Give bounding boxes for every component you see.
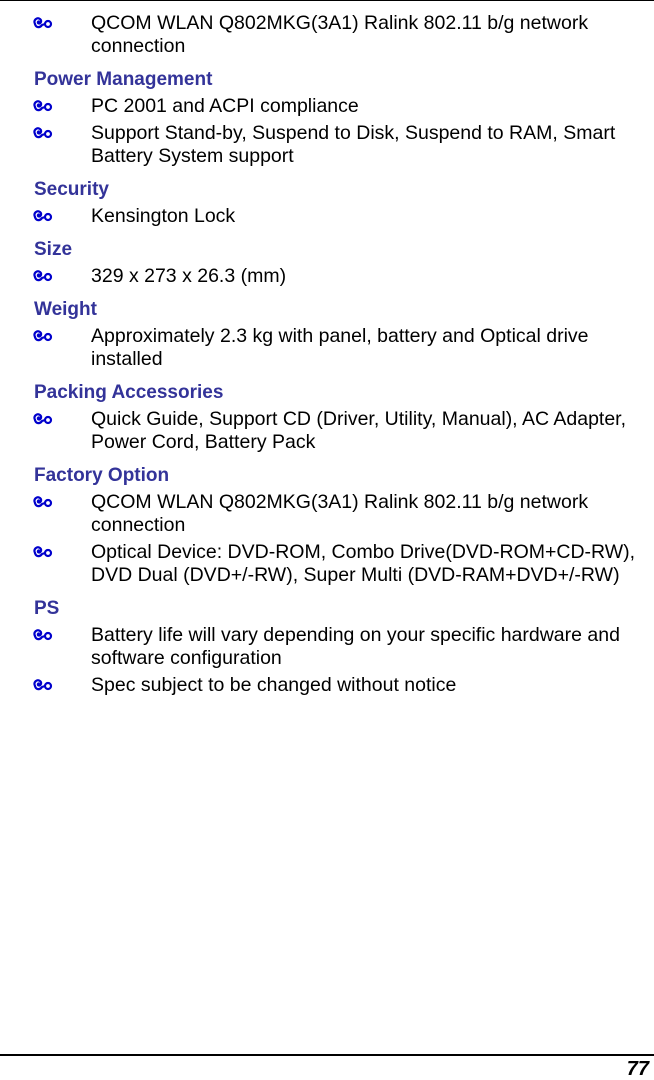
section-heading: PS — [34, 598, 60, 619]
hand-pointer-swirl-icon — [32, 674, 54, 697]
item-text: Spec subject to be changed without notic… — [91, 674, 457, 696]
section-factory-option: Factory Option QCOM WLAN Q802MKG(3A1) Ra… — [0, 458, 654, 587]
item-text: Support Stand-by, Suspend to Disk, Suspe… — [91, 122, 616, 167]
list-item: Support Stand-by, Suspend to Disk, Suspe… — [0, 122, 654, 168]
hand-pointer-swirl-icon — [32, 491, 54, 514]
section-heading: Size — [34, 239, 73, 260]
list-item: Spec subject to be changed without notic… — [0, 674, 654, 697]
section-weight: Weight Approximately 2.3 kg with panel, … — [0, 292, 654, 371]
list-item: QCOM WLAN Q802MKG(3A1) Ralink 802.11 b/g… — [0, 12, 654, 58]
section-heading: Weight — [34, 299, 97, 320]
item-text: QCOM WLAN Q802MKG(3A1) Ralink 802.11 b/g… — [91, 491, 589, 536]
item-text: Kensington Lock — [91, 205, 236, 227]
section-size: Size 329 x 273 x 26.3 (mm) — [0, 232, 654, 288]
hand-pointer-swirl-icon — [32, 265, 54, 288]
section-packing-accessories: Packing Accessories Quick Guide, Support… — [0, 375, 654, 454]
page-number: 77 — [626, 1058, 649, 1080]
hand-pointer-swirl-icon — [32, 95, 54, 118]
list-item: Battery life will vary depending on your… — [0, 624, 654, 670]
list-item: Optical Device: DVD-ROM, Combo Drive(DVD… — [0, 541, 654, 587]
item-text: Optical Device: DVD-ROM, Combo Drive(DVD… — [91, 541, 636, 586]
section-power-management: Power Management PC 2001 and ACPI compli… — [0, 62, 654, 168]
item-text: QCOM WLAN Q802MKG(3A1) Ralink 802.11 b/g… — [91, 12, 589, 57]
item-text: Quick Guide, Support CD (Driver, Utility… — [91, 408, 627, 453]
list-item: Quick Guide, Support CD (Driver, Utility… — [0, 408, 654, 454]
hand-pointer-swirl-icon — [32, 205, 54, 228]
item-text: Battery life will vary depending on your… — [91, 624, 620, 669]
item-text: 329 x 273 x 26.3 (mm) — [91, 265, 287, 287]
hand-pointer-swirl-icon — [32, 12, 54, 35]
section-heading: Packing Accessories — [34, 382, 224, 403]
section-heading: Power Management — [34, 69, 213, 90]
hand-pointer-swirl-icon — [32, 408, 54, 431]
list-item: Approximately 2.3 kg with panel, battery… — [0, 325, 654, 371]
section-wlan: QCOM WLAN Q802MKG(3A1) Ralink 802.11 b/g… — [0, 12, 654, 58]
section-security: Security Kensington Lock — [0, 172, 654, 228]
list-item: 329 x 273 x 26.3 (mm) — [0, 265, 654, 288]
list-item: PC 2001 and ACPI compliance — [0, 95, 654, 118]
hand-pointer-swirl-icon — [32, 624, 54, 647]
spec-list: QCOM WLAN Q802MKG(3A1) Ralink 802.11 b/g… — [0, 12, 654, 701]
item-text: Approximately 2.3 kg with panel, battery… — [91, 325, 589, 370]
list-item: Kensington Lock — [0, 205, 654, 228]
footer-rule — [0, 1054, 654, 1056]
item-text: PC 2001 and ACPI compliance — [91, 95, 359, 117]
section-heading: Security — [34, 179, 109, 200]
hand-pointer-swirl-icon — [32, 541, 54, 564]
section-ps: PS Battery life will vary depending on y… — [0, 591, 654, 697]
list-item: QCOM WLAN Q802MKG(3A1) Ralink 802.11 b/g… — [0, 491, 654, 537]
hand-pointer-swirl-icon — [32, 122, 54, 145]
header-rule — [0, 0, 654, 1]
hand-pointer-swirl-icon — [32, 325, 54, 348]
section-heading: Factory Option — [34, 465, 170, 486]
